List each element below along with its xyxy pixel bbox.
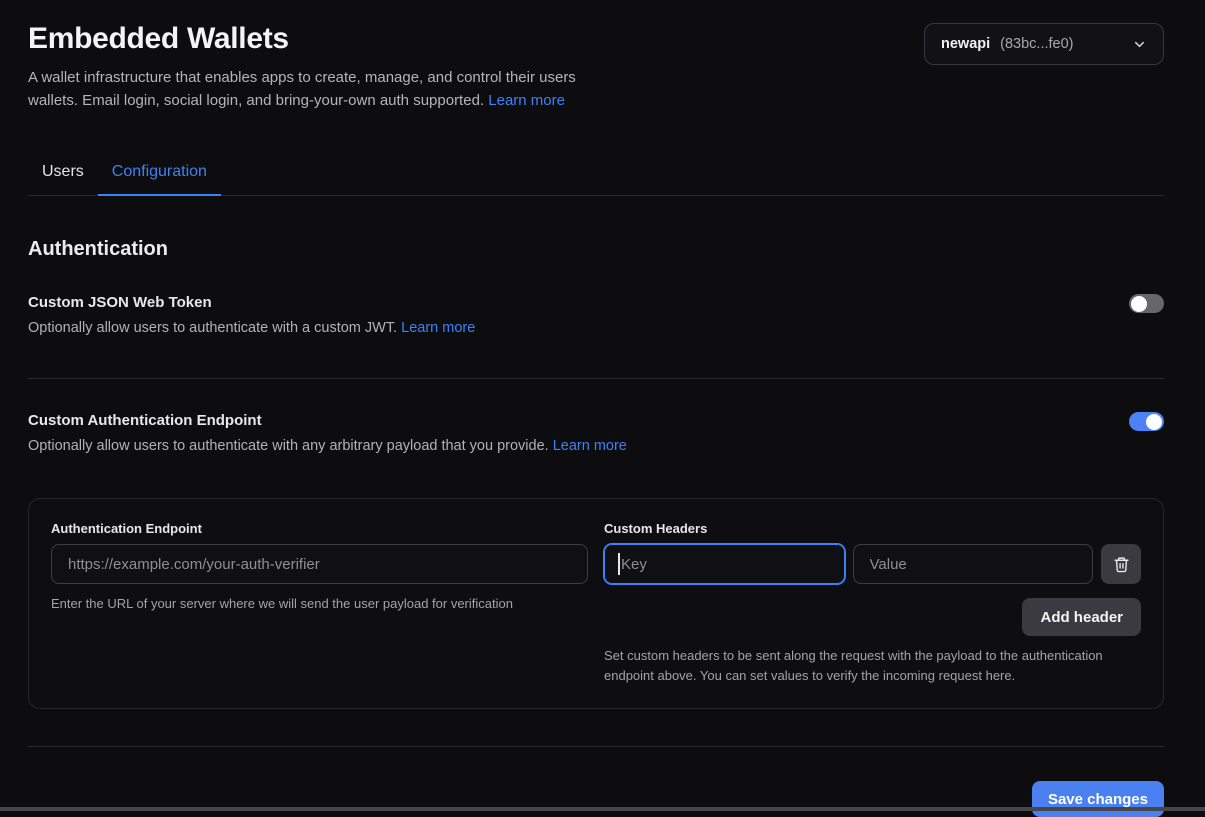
endpoint-column: Authentication Endpoint Enter the URL of… [51,521,588,686]
endpoint-config-card: Authentication Endpoint Enter the URL of… [28,498,1164,709]
headers-column: Custom Headers [604,521,1141,686]
add-header-button[interactable]: Add header [1022,598,1141,636]
save-changes-button[interactable]: Save changes [1032,781,1164,817]
footer-divider [28,746,1164,747]
custom-jwt-description: Optionally allow users to authenticate w… [28,320,475,336]
custom-endpoint-setting: Custom Authentication Endpoint Optionall… [28,412,1164,454]
api-key-hint: (83bc...fe0) [1000,36,1073,52]
toggle-knob [1131,296,1147,312]
header-key-input[interactable] [604,544,845,584]
chevron-down-icon [1132,37,1147,52]
custom-endpoint-toggle[interactable] [1129,412,1164,431]
page-description: A wallet infrastructure that enables app… [28,66,593,112]
delete-header-button[interactable] [1101,544,1141,584]
endpoint-input[interactable] [51,544,588,584]
custom-jwt-text: Custom JSON Web Token Optionally allow u… [28,294,475,336]
toggle-knob [1146,414,1162,430]
tab-users[interactable]: Users [28,157,98,196]
add-header-row: Add header [604,598,1141,636]
page-header-text: Embedded Wallets A wallet infrastructure… [28,22,593,112]
tab-bar: Users Configuration [28,157,1164,196]
custom-headers-label: Custom Headers [604,521,1141,536]
custom-endpoint-description: Optionally allow users to authenticate w… [28,438,627,454]
embedded-wallets-page: Embedded Wallets A wallet infrastructure… [0,0,1205,817]
custom-jwt-title: Custom JSON Web Token [28,294,475,311]
header-value-input[interactable] [853,544,1094,584]
custom-jwt-toggle[interactable] [1129,294,1164,313]
page-learn-more-link[interactable]: Learn more [488,92,565,109]
authentication-heading: Authentication [28,238,1164,261]
custom-jwt-learn-more-link[interactable]: Learn more [401,320,475,336]
custom-jwt-setting: Custom JSON Web Token Optionally allow u… [28,294,1164,336]
headers-help-text: Set custom headers to be sent along the … [604,646,1141,686]
api-key-selector[interactable]: newapi (83bc...fe0) [924,23,1164,65]
page-header: Embedded Wallets A wallet infrastructure… [28,22,1164,112]
api-key-name: newapi [941,36,990,52]
trash-icon [1113,556,1130,573]
header-key-wrap [604,544,845,584]
page-title: Embedded Wallets [28,22,593,56]
custom-endpoint-text: Custom Authentication Endpoint Optionall… [28,412,627,454]
custom-endpoint-title: Custom Authentication Endpoint [28,412,627,429]
section-divider [28,378,1164,379]
footer-actions: Save changes [28,781,1164,817]
tab-configuration[interactable]: Configuration [98,157,221,196]
endpoint-label: Authentication Endpoint [51,521,588,536]
custom-endpoint-learn-more-link[interactable]: Learn more [553,438,627,454]
header-value-wrap [853,544,1094,584]
text-caret [618,553,620,575]
window-bottom-edge [0,807,1205,811]
header-key-value-row [604,544,1141,584]
endpoint-help-text: Enter the URL of your server where we wi… [51,594,588,614]
